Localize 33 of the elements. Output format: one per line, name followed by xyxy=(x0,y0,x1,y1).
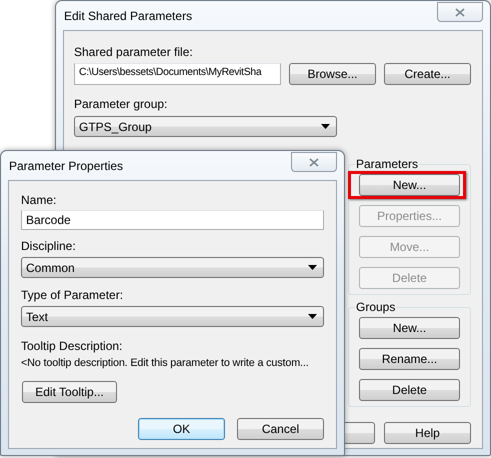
field-label: Name: xyxy=(21,193,58,208)
close-icon xyxy=(455,8,465,16)
group-label: Groups xyxy=(355,300,396,314)
dialog-button[interactable]: Browse... xyxy=(289,63,376,85)
dialog-button[interactable]: New... xyxy=(359,174,460,196)
close-button[interactable] xyxy=(291,152,337,172)
dialog-button[interactable]: Rename... xyxy=(359,348,460,370)
dialog-button[interactable]: New... xyxy=(359,317,460,339)
caret-icon xyxy=(308,265,317,270)
caret-icon xyxy=(321,124,330,129)
window-title: Edit Shared Parameters xyxy=(64,9,192,24)
close-button[interactable] xyxy=(437,2,483,22)
window-title: Parameter Properties xyxy=(9,159,124,174)
field-label: Tooltip Description: xyxy=(21,339,124,354)
caret-icon xyxy=(308,314,317,319)
dialog-button[interactable]: Create... xyxy=(384,63,471,85)
dialog-button[interactable]: Edit Tooltip... xyxy=(22,381,117,403)
dialog-button[interactable]: Cancel xyxy=(237,418,324,440)
file-path-field[interactable]: C:\Users\bessets\Documents\MyRevitSha xyxy=(74,63,281,85)
field-label: Parameter group: xyxy=(74,97,168,112)
field-label: Discipline: xyxy=(21,239,77,254)
dialog-button[interactable]: OK xyxy=(138,418,225,440)
field-label: Type of Parameter: xyxy=(21,288,124,303)
parameter-type-dropdown[interactable]: Text xyxy=(21,306,324,327)
parameter-group-dropdown[interactable]: GTPS_Group xyxy=(74,116,337,137)
dialog-button[interactable]: Delete xyxy=(359,379,460,401)
name-field[interactable]: Barcode xyxy=(21,210,324,230)
tooltip-description: <No tooltip description. Edit this parameter to write a custom... xyxy=(21,356,309,371)
close-icon xyxy=(309,158,319,166)
field-label: Shared parameter file: xyxy=(74,45,194,60)
dialog-button[interactable]: Help xyxy=(384,422,471,444)
group-label: Parameters xyxy=(355,157,420,171)
discipline-dropdown[interactable]: Common xyxy=(21,257,324,278)
